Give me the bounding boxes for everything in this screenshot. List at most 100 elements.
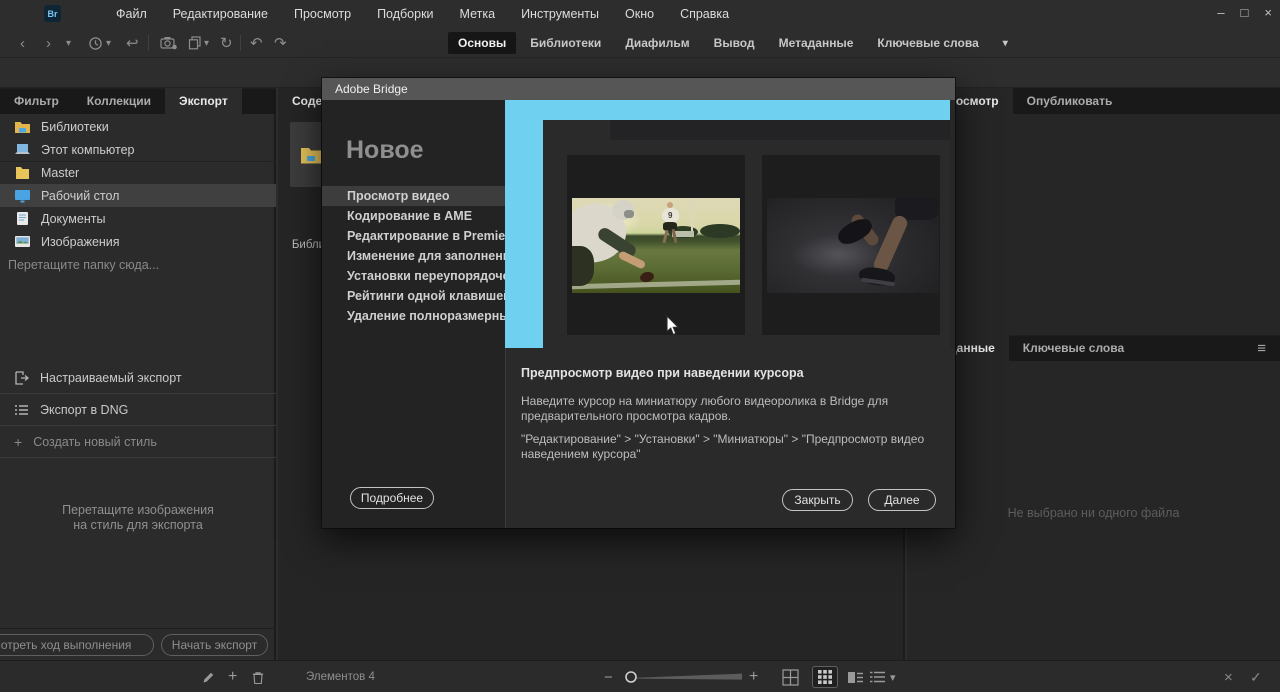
recent-clock-icon[interactable] [88, 28, 103, 58]
copy-pages-icon[interactable] [188, 28, 202, 58]
camera-import-icon[interactable] [160, 28, 177, 58]
close-dialog-button[interactable]: Закрыть [782, 489, 853, 511]
document-icon [14, 211, 31, 226]
football-video-thumbnail: 9 [572, 198, 740, 293]
workspace-tab-metadata[interactable]: Метаданные [769, 32, 864, 54]
view-details-button[interactable] [846, 666, 864, 688]
divider [0, 161, 276, 162]
menu-help[interactable]: Справка [680, 7, 729, 21]
back-icon[interactable]: ‹ [20, 28, 25, 58]
sidebar-item-pictures[interactable]: Изображения [0, 230, 276, 253]
approve-icon[interactable]: ✓ [1250, 661, 1262, 692]
nav-item-premiere-editing[interactable]: Редактирование в Premiere ... [322, 226, 505, 246]
feature-title: Предпросмотр видео при наведении курсора [521, 366, 804, 380]
undo-icon[interactable]: ↶ [250, 28, 263, 58]
copy-chevron-icon[interactable]: ▾ [204, 28, 209, 58]
forward-icon[interactable]: › [46, 28, 51, 58]
recent-chevron-icon[interactable]: ▾ [106, 28, 111, 58]
sidebar-item-this-computer[interactable]: Этот компьютер [0, 138, 276, 161]
menu-window[interactable]: Окно [625, 7, 654, 21]
nav-item-one-key-ratings[interactable]: Рейтинги одной клавишей [322, 286, 505, 306]
view-options-chevron-icon[interactable]: ▾ [890, 661, 896, 692]
favorites-panel: Избранное Папки Библиотеки Этот компьюте… [0, 88, 276, 660]
redo-icon[interactable]: ↷ [274, 28, 287, 58]
close-icon[interactable]: × [1264, 5, 1272, 20]
view-list-button[interactable] [868, 666, 886, 688]
export-drop-hint-line2: на стиль для экспорта [0, 518, 276, 533]
tab-collections[interactable]: Коллекции [73, 88, 165, 114]
desktop-icon [14, 188, 31, 203]
right-bottom-tabs: Метаданные Ключевые слова [907, 335, 1280, 361]
nav-item-purge-fullsize[interactable]: Удаление полноразмерных... [322, 306, 505, 326]
sidebar-item-libraries[interactable]: Библиотеки [0, 115, 276, 138]
sidebar-item-desktop[interactable]: Рабочий стол [0, 184, 276, 207]
sidebar-lower-tabs: Фильтр Коллекции Экспорт [0, 88, 276, 114]
tab-publish[interactable]: Опубликовать [1013, 88, 1127, 114]
next-button[interactable]: Далее [868, 489, 936, 511]
nav-item-ame-encoding[interactable]: Кодирование в AME [322, 206, 505, 226]
menu-label[interactable]: Метка [460, 7, 496, 21]
folder-drop-hint: Перетащите папку сюда... [0, 253, 276, 276]
edit-pencil-icon[interactable] [202, 661, 215, 692]
plus-icon: + [14, 434, 22, 450]
video-thumbnail-card [762, 155, 940, 335]
zoom-out-icon[interactable]: − [604, 661, 613, 692]
toolbar-separator [148, 35, 149, 51]
add-icon[interactable]: + [228, 661, 237, 692]
nav-chevron-icon[interactable]: ▾ [66, 28, 71, 58]
slider-thumb [626, 672, 636, 682]
dialog-nav-panel: Новое Просмотр видео Кодирование в AME Р… [322, 100, 505, 528]
workspace-tab-libraries[interactable]: Библиотеки [520, 32, 611, 54]
workspace-tab-essentials[interactable]: Основы [448, 32, 516, 54]
menu-file[interactable]: Файл [116, 7, 147, 21]
nav-item-reorder-prefs[interactable]: Установки переупорядочен... [322, 266, 505, 286]
menu-stacks[interactable]: Подборки [377, 7, 433, 21]
create-preset-label: Создать новый стиль [33, 435, 157, 449]
grid-lock-icon[interactable] [782, 661, 799, 692]
status-bar: + Элементов 4 − + ▾ × ✓ [0, 660, 1280, 692]
menu-tools[interactable]: Инструменты [521, 7, 599, 21]
player-jersey: 9 [662, 208, 679, 223]
export-drop-hint: Перетащите изображения на стиль для эксп… [0, 503, 276, 533]
menu-view[interactable]: Просмотр [294, 7, 351, 21]
sidebar-item-documents[interactable]: Документы [0, 207, 276, 230]
feature-description: Наведите курсор на миниатюру любого виде… [521, 394, 931, 424]
learn-more-button[interactable]: Подробнее [350, 487, 434, 509]
view-progress-button[interactable]: Просмотреть ход выполнения [0, 634, 154, 656]
panel-menu-icon[interactable]: ≡ [1257, 340, 1266, 357]
maximize-icon[interactable]: □ [1241, 5, 1249, 20]
sync-icon[interactable]: ↻ [220, 28, 233, 58]
start-export-button[interactable]: Начать экспорт [161, 634, 268, 656]
tab-export[interactable]: Экспорт [165, 88, 242, 114]
slide-header-strip [610, 120, 950, 140]
dialog-titlebar[interactable]: Adobe Bridge [322, 78, 955, 100]
boomerang-icon[interactable]: ↩ [126, 28, 139, 58]
runner-video-thumbnail [767, 198, 939, 293]
reject-icon[interactable]: × [1224, 661, 1233, 692]
workspace-tab-output[interactable]: Вывод [704, 32, 765, 54]
sidebar-item-label: Этот компьютер [41, 143, 134, 157]
sidebar-item-label: Библиотеки [41, 120, 109, 134]
zoom-in-icon[interactable]: + [749, 661, 758, 692]
trash-icon[interactable] [252, 661, 264, 692]
player-leg [662, 230, 668, 243]
workspace-more-chevron-icon[interactable]: ▾ [993, 34, 1018, 53]
nav-item-fill-rename[interactable]: Изменение для заполнения... [322, 246, 505, 266]
accent-band-side [505, 100, 543, 348]
workspace-tab-filmstrip[interactable]: Диафильм [615, 32, 699, 54]
export-buttons-row: Просмотреть ход выполнения Начать экспор… [0, 628, 276, 660]
menu-edit[interactable]: Редактирование [173, 7, 268, 21]
view-thumbnails-button[interactable] [812, 666, 838, 688]
tab-filter[interactable]: Фильтр [0, 88, 73, 114]
export-preset-dng[interactable]: Экспорт в DNG [0, 394, 276, 426]
tab-keywords[interactable]: Ключевые слова [1009, 335, 1138, 361]
workspace-tab-keywords[interactable]: Ключевые слова [867, 32, 988, 54]
minimize-icon[interactable]: – [1217, 5, 1224, 20]
player-head [667, 202, 673, 208]
sidebar-item-master[interactable]: Master [0, 161, 276, 184]
thumbnail-size-slider[interactable] [622, 661, 744, 692]
nav-item-video-preview[interactable]: Просмотр видео [322, 186, 505, 206]
export-preset-custom[interactable]: Настраиваемый экспорт [0, 362, 276, 394]
export-preset-label: Настраиваемый экспорт [40, 371, 182, 385]
create-new-preset[interactable]: + Создать новый стиль [0, 426, 276, 458]
